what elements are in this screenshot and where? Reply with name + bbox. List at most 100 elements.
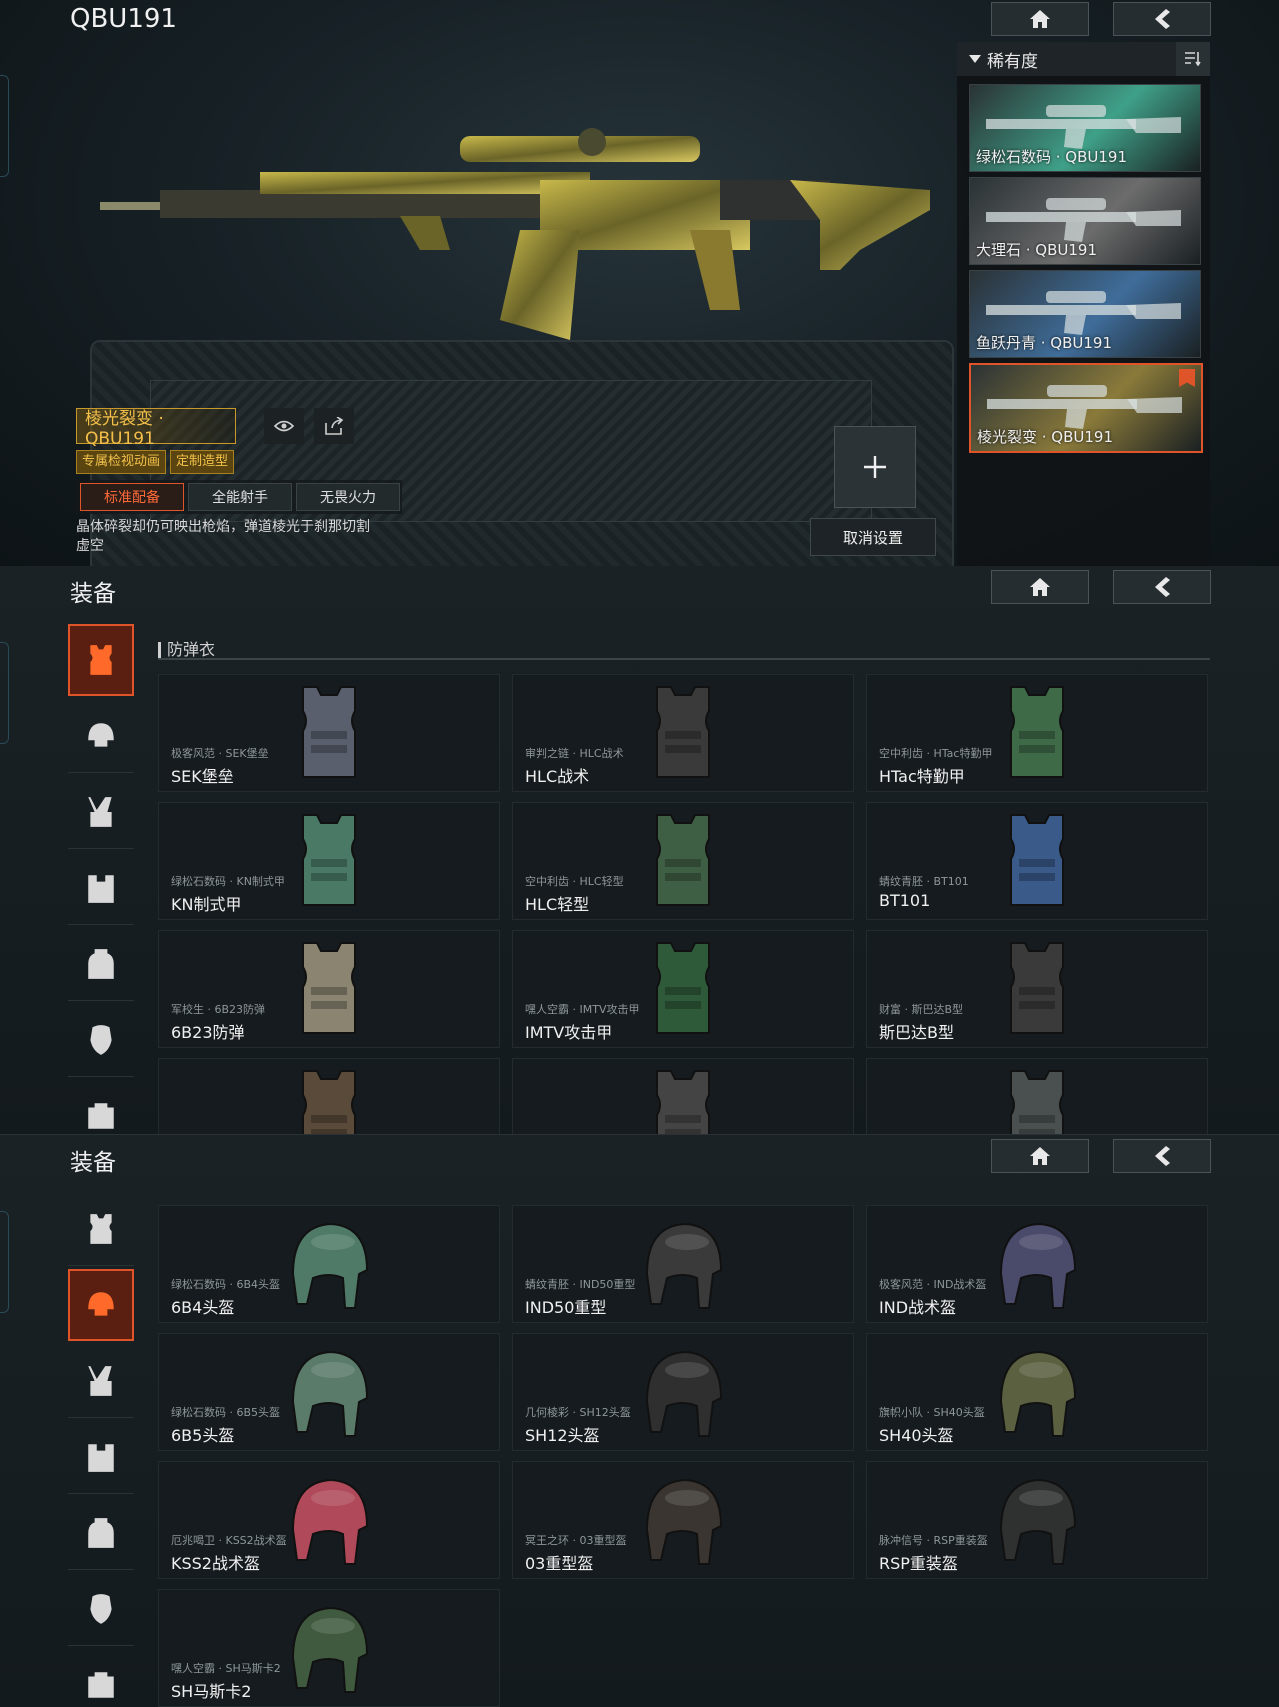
cancel-setting-button[interactable]: 取消设置 (810, 518, 936, 556)
category-pouch[interactable] (68, 1080, 134, 1134)
helmet-card[interactable]: 绿松石数码 · 6B4头盔 6B4头盔 (158, 1205, 500, 1323)
skin-option[interactable]: 大理石 · QBU191 (969, 177, 1201, 265)
category-pouch[interactable] (68, 1649, 134, 1707)
category-gas-mask[interactable] (68, 1004, 134, 1077)
category-tactical-vest[interactable] (68, 852, 134, 925)
category-helmet[interactable] (68, 700, 134, 773)
helmet-image (291, 1222, 369, 1309)
armor-image (1010, 1070, 1064, 1134)
sort-button[interactable] (1176, 42, 1210, 76)
home-button[interactable] (991, 2, 1089, 36)
eye-icon (274, 420, 294, 432)
weapon-skin-panel: QBU191 稀有度 绿松石数码 · QBU191 大理石 · QBU191 鱼… (0, 0, 1279, 566)
armor-card[interactable] (158, 1058, 500, 1134)
armor-card[interactable]: 绿松石数码 · KN制式甲 KN制式甲 (158, 802, 500, 920)
category-tactical-vest[interactable] (68, 1421, 134, 1494)
category-chest-rig[interactable] (68, 1345, 134, 1418)
loadout-standard[interactable]: 标准配备 (80, 483, 184, 511)
skin-subtitle: 几何棱彩 · SH12头盔 (525, 1406, 631, 1419)
item-name: 03重型盔 (525, 1554, 594, 1573)
chevron-left-icon (1155, 577, 1170, 597)
left-edge-tab[interactable] (0, 75, 9, 177)
helmet-image (999, 1350, 1077, 1437)
category-backpack[interactable] (68, 1497, 134, 1570)
category-gas-mask[interactable] (68, 1573, 134, 1646)
helmet-card[interactable]: 嘿人空霸 · SH马斯卡2 SH马斯卡2 (158, 1589, 500, 1707)
category-vest[interactable] (68, 624, 134, 696)
skin-option[interactable]: 鱼跃丹青 · QBU191 (969, 270, 1201, 358)
armor-card[interactable]: 空中利齿 · HLC轻型 HLC轻型 (512, 802, 854, 920)
category-chest-rig[interactable] (68, 776, 134, 849)
helmet-card[interactable]: 冥王之环 · 03重型盔 03重型盔 (512, 1461, 854, 1579)
helmet-card[interactable]: 厄兆喝卫 · KSS2战术盔 KSS2战术盔 (158, 1461, 500, 1579)
category-backpack[interactable] (68, 928, 134, 1001)
item-name: SEK堡垒 (171, 767, 234, 786)
tactical-vest-icon (88, 1444, 114, 1472)
share-icon (325, 417, 344, 435)
rarity-filter[interactable]: 稀有度 (957, 42, 1210, 76)
plus-icon (864, 456, 886, 478)
skin-option[interactable]: 棱光裂变 · QBU191 (969, 363, 1203, 453)
selected-skin-label: 棱光裂变 · QBU191 (85, 408, 164, 449)
back-button[interactable] (1113, 1139, 1211, 1173)
item-name: KN制式甲 (171, 895, 242, 914)
armor-card[interactable]: 蜻纹青胚 · BT101 BT101 (866, 802, 1208, 920)
armor-card[interactable]: 审判之链 · HLC战术 HLC战术 (512, 674, 854, 792)
selected-skin-name: 棱光裂变 · QBU191 (76, 408, 236, 449)
helmet-card[interactable]: 绿松石数码 · 6B5头盔 6B5头盔 (158, 1333, 500, 1451)
armor-card[interactable]: 财富 · 斯巴达B型 斯巴达B型 (866, 930, 1208, 1048)
back-button[interactable] (1113, 570, 1211, 604)
category-vest[interactable] (68, 1193, 134, 1266)
vest-icon (90, 645, 112, 675)
home-button[interactable] (991, 570, 1089, 604)
armor-card[interactable] (512, 1058, 854, 1134)
skin-subtitle: 审判之链 · HLC战术 (525, 747, 624, 760)
tag-inspect-animation: 专属检视动画 (76, 450, 167, 474)
helmet-card[interactable]: 脉冲信号 · RSP重装盔 RSP重装盔 (866, 1461, 1208, 1579)
helmet-equipment-panel: 装备 绿松石数码 · 6B4头盔 6B4头盔 蜻纹青胚 · IND50重型 IND50… (0, 1134, 1279, 1707)
skin-option-label: 大理石 · QBU191 (976, 241, 1098, 259)
armor-card[interactable]: 军校生 · 6B23防弹 6B23防弹 (158, 930, 500, 1048)
helmet-card[interactable]: 旗帜小队 · SH40头盔 SH40头盔 (866, 1333, 1208, 1451)
skin-subtitle: 极客风范 · IND战术盔 (879, 1278, 987, 1291)
helmet-card[interactable]: 蜻纹青胚 · IND50重型 IND50重型 (512, 1205, 854, 1323)
weapon-thumbnail (986, 198, 1181, 242)
item-name: 6B5头盔 (171, 1426, 235, 1445)
add-button[interactable] (834, 426, 916, 508)
armor-card[interactable]: 空中利齿 · HTac特勤甲 HTac特勤甲 (866, 674, 1208, 792)
helmet-card[interactable]: 极客风范 · IND战术盔 IND战术盔 (866, 1205, 1208, 1323)
skin-subtitle: 蜻纹青胚 · IND50重型 (525, 1278, 636, 1291)
armor-equipment-panel: 装备 防弹衣 极客风范 · SEK堡垒 SEK堡垒 审判之链 · HLC战术 HLC战… (0, 566, 1279, 1134)
skin-subtitle: 极客风范 · SEK堡垒 (171, 747, 269, 760)
loadout-allround[interactable]: 全能射手 (188, 483, 292, 511)
armor-image (302, 686, 356, 778)
rarity-label: 稀有度 (987, 51, 1038, 72)
helmet-image (645, 1222, 723, 1309)
skin-subtitle: 冥王之环 · 03重型盔 (525, 1534, 627, 1547)
home-button[interactable] (991, 1139, 1089, 1173)
home-icon (1030, 578, 1050, 596)
skin-description: 晶体碎裂却仍可映出枪焰，弹道棱光于刹那切割虚空 (76, 519, 370, 554)
skin-subtitle: 嘿人空霸 · IMTV攻击甲 (525, 1003, 640, 1016)
section-title: 装备 (70, 581, 116, 607)
left-edge-tab[interactable] (0, 1211, 9, 1313)
back-button[interactable] (1113, 2, 1211, 36)
item-name: HTac特勤甲 (879, 767, 965, 786)
helmet-card[interactable]: 几何棱彩 · SH12头盔 SH12头盔 (512, 1333, 854, 1451)
left-edge-tab[interactable] (0, 642, 9, 744)
armor-card[interactable]: 嘿人空霸 · IMTV攻击甲 IMTV攻击甲 (512, 930, 854, 1048)
loadout-firepower[interactable]: 无畏火力 (296, 483, 400, 511)
skin-subtitle: 财富 · 斯巴达B型 (879, 1003, 964, 1016)
home-icon (1030, 1147, 1050, 1165)
item-name: RSP重装盔 (879, 1554, 958, 1573)
skin-subtitle: 绿松石数码 · 6B5头盔 (171, 1406, 281, 1419)
helmet-image (999, 1478, 1077, 1565)
share-button[interactable] (314, 408, 354, 444)
category-helmet[interactable] (68, 1269, 134, 1341)
caret-down-icon (969, 55, 981, 63)
chest-rig-icon (88, 797, 112, 827)
armor-card[interactable]: 极客风范 · SEK堡垒 SEK堡垒 (158, 674, 500, 792)
skin-option[interactable]: 绿松石数码 · QBU191 (969, 84, 1201, 172)
armor-card[interactable] (866, 1058, 1208, 1134)
inspect-button[interactable] (264, 408, 304, 444)
